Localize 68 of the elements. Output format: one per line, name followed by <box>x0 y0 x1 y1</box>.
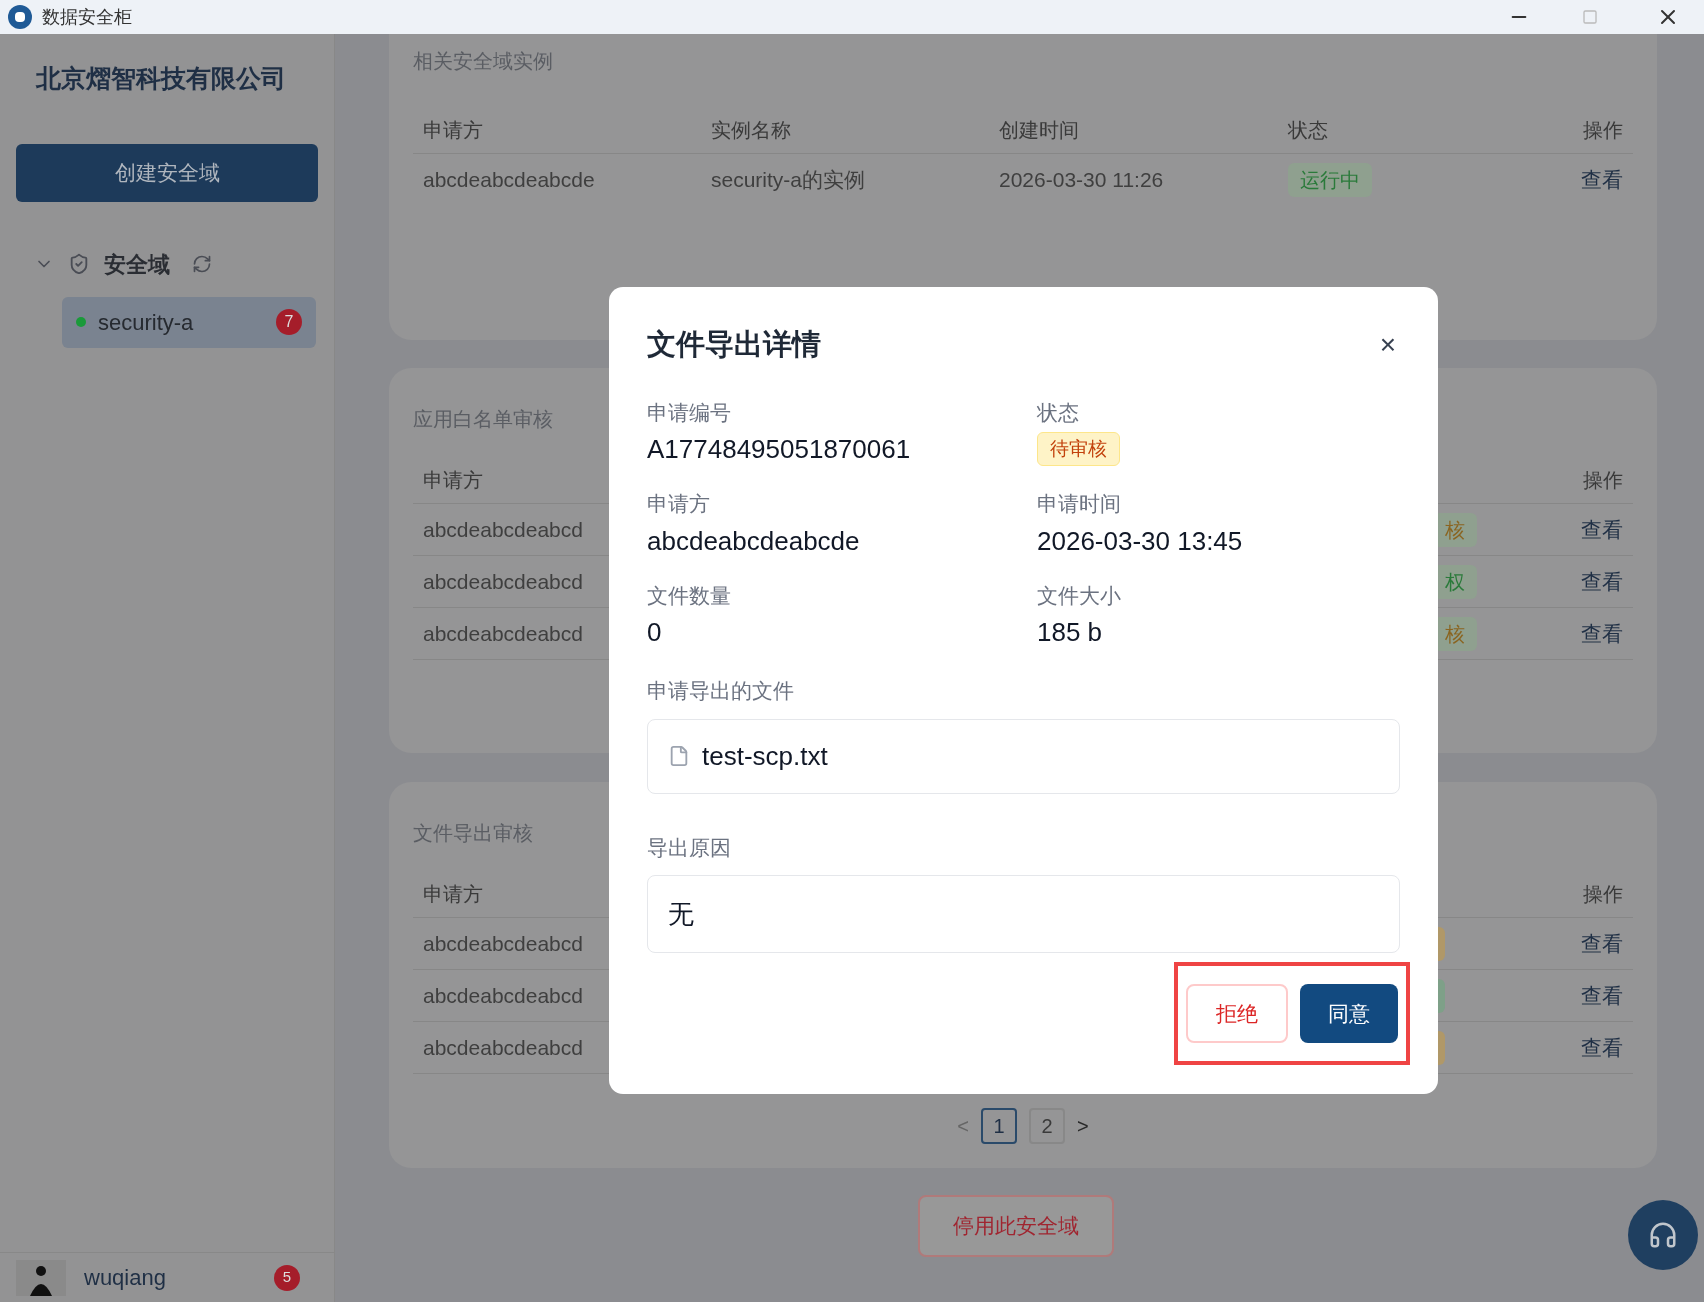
column-header: 操作 <box>1583 117 1623 143</box>
approve-button[interactable]: 同意 <box>1300 984 1398 1043</box>
next-page[interactable]: > <box>1077 1111 1089 1141</box>
field-value: abcdeabcdeabcde <box>647 524 860 558</box>
avatar-icon <box>16 1259 66 1296</box>
column-header: 申请方 <box>423 467 483 493</box>
headset-icon <box>1648 1220 1678 1250</box>
field-value: 185 b <box>1037 616 1103 649</box>
view-link[interactable]: 查看 <box>1581 617 1623 650</box>
table-cell-text: abcdeabcdeabcd <box>423 516 583 543</box>
view-link[interactable]: 查看 <box>1581 513 1623 546</box>
view-link[interactable]: 查看 <box>1581 979 1623 1012</box>
card-title: 相关安全域实例 <box>413 49 553 74</box>
column-header: 操作 <box>1583 467 1623 493</box>
field-value: 0 <box>647 616 662 649</box>
create-domain-button[interactable]: 创建安全域 <box>16 143 318 202</box>
notification-badge: 5 <box>274 1264 300 1291</box>
field-label: 申请方 <box>647 491 710 517</box>
reason-field: 无 <box>647 875 1400 953</box>
table-cell-text: abcdeabcdeabcd <box>423 982 583 1009</box>
shield-icon <box>68 253 90 275</box>
dialog-title: 文件导出详情 <box>647 327 821 362</box>
file-name: test-scp.txt <box>702 739 828 773</box>
table-cell-text: abcdeabcdeabcd <box>423 620 583 647</box>
field-value: A17748495051870061 <box>647 433 911 466</box>
field-label: 申请时间 <box>1037 491 1121 517</box>
refresh-icon[interactable] <box>192 254 212 274</box>
field-value: 2026-03-30 13:45 <box>1037 524 1243 558</box>
view-link[interactable]: 查看 <box>1581 565 1623 598</box>
app-icon <box>8 5 32 29</box>
column-header: 状态 <box>1288 117 1329 143</box>
disable-domain-button[interactable]: 停用此安全域 <box>917 1195 1114 1257</box>
column-header: 申请方 <box>423 117 484 143</box>
table-cell-text: abcdeabcdeabcd <box>423 568 583 595</box>
file-icon <box>668 745 690 767</box>
field-label: 状态 <box>1037 399 1079 426</box>
field-label: 文件数量 <box>647 582 731 609</box>
company-name: 北京熠智科技有限公司 <box>36 63 287 94</box>
field-label: 申请编号 <box>647 399 731 426</box>
card-title: 文件导出审核 <box>413 821 533 846</box>
column-header: 实例名称 <box>711 117 792 143</box>
status-badge: 待审核 <box>1037 432 1120 466</box>
column-header: 创建时间 <box>999 117 1080 143</box>
close-button[interactable]: × <box>1379 323 1396 366</box>
view-link[interactable]: 查看 <box>1581 927 1623 960</box>
domain-item[interactable]: security-a 7 <box>62 296 316 348</box>
window-title: 数据安全柜 <box>42 5 132 29</box>
view-link[interactable]: 查看 <box>1581 164 1623 196</box>
status-badge: 运行中 <box>1288 163 1372 197</box>
page-number[interactable]: 1 <box>981 1108 1017 1144</box>
column-header: 操作 <box>1583 881 1623 907</box>
card-title: 应用白名单审核 <box>413 407 553 432</box>
table-cell-text: abcdeabcdeabcd <box>423 930 583 957</box>
view-link[interactable]: 查看 <box>1581 1031 1623 1064</box>
field-label: 申请导出的文件 <box>647 678 795 704</box>
field-label: 文件大小 <box>1037 582 1121 609</box>
count-badge: 7 <box>276 309 302 335</box>
page-number[interactable]: 2 <box>1029 1108 1065 1144</box>
user-name: wuqiang <box>84 1264 166 1291</box>
reject-button[interactable]: 拒绝 <box>1186 984 1288 1043</box>
table-cell-text: 2026-03-30 11:26 <box>999 167 1165 194</box>
tree-label: 安全域 <box>104 250 170 279</box>
table-cell-text: abcdeabcdeabcde <box>423 167 596 194</box>
table-cell-text: security-a的实例 <box>711 167 867 194</box>
column-header: 申请方 <box>423 881 483 907</box>
table-cell-text: abcdeabcdeabcd <box>423 1034 583 1061</box>
domain-name: security-a <box>98 308 194 337</box>
field-label: 导出原因 <box>647 834 732 861</box>
